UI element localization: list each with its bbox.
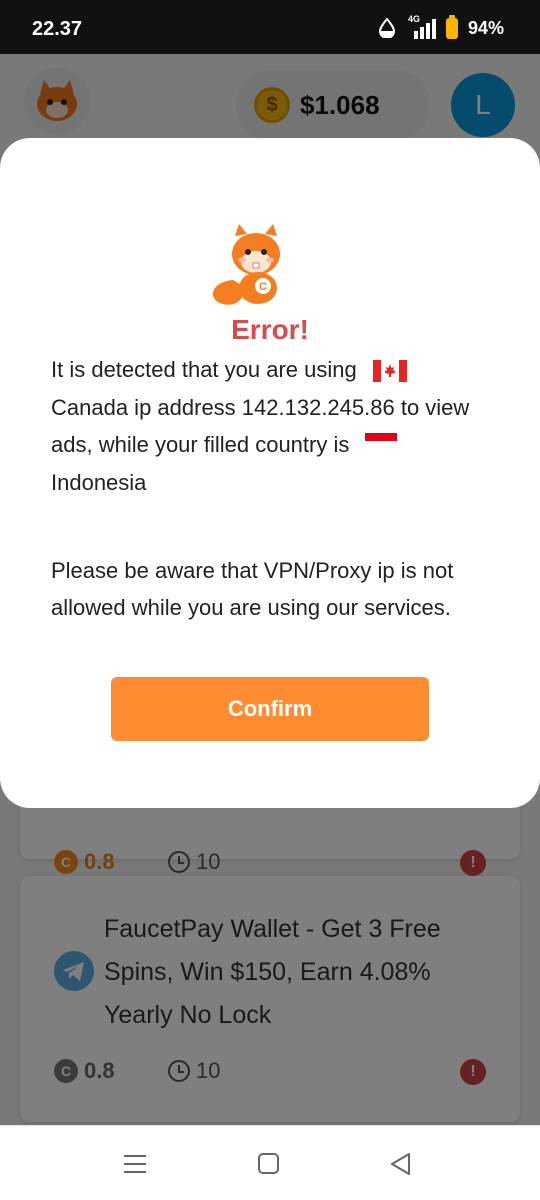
data-saver-icon bbox=[378, 18, 395, 38]
system-nav-bar bbox=[0, 1125, 540, 1200]
status-icons: 4G 94% bbox=[378, 14, 504, 39]
flag-canada-icon bbox=[372, 360, 407, 383]
confirm-button[interactable]: Confirm bbox=[111, 677, 429, 741]
home-icon[interactable] bbox=[254, 1150, 284, 1178]
message-part-3: Indonesia bbox=[51, 469, 147, 495]
status-bar: 22.37 4G 94% bbox=[0, 0, 540, 54]
status-time: 22.37 bbox=[32, 18, 83, 40]
battery-icon bbox=[445, 14, 458, 39]
flag-indonesia-icon bbox=[365, 433, 398, 450]
back-icon[interactable] bbox=[386, 1150, 416, 1178]
mascot-icon: C bbox=[212, 224, 280, 305]
message-part-2: Canada ip address 142.132.245.86 to view… bbox=[51, 394, 470, 458]
message-part-1: It is detected that you are using bbox=[51, 357, 357, 382]
error-dialog: C Error! It is detected that you are usi… bbox=[0, 138, 540, 808]
svg-text:C: C bbox=[259, 281, 267, 293]
error-message: It is detected that you are using Canada… bbox=[51, 351, 511, 501]
error-title: Error! bbox=[231, 314, 309, 345]
battery-percent: 94% bbox=[467, 17, 504, 38]
warning-message: Please be aware that VPN/Proxy ip is not… bbox=[51, 558, 454, 620]
recent-apps-icon[interactable] bbox=[120, 1150, 150, 1178]
signal-icon: 4G bbox=[406, 14, 436, 39]
